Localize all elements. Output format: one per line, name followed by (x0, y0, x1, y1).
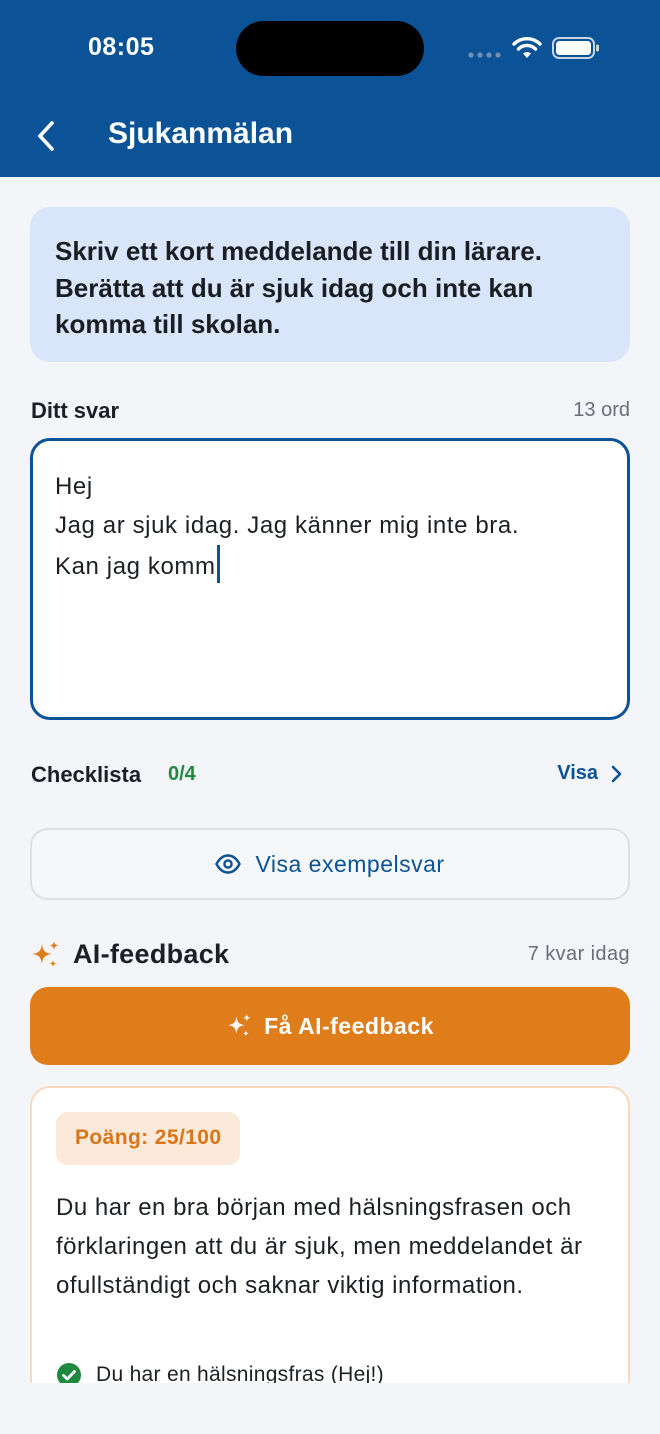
word-count: 13 ord (573, 399, 630, 421)
battery-icon (552, 37, 599, 59)
answer-line: Jag ar sjuk idag. Jag känner mig inte br… (55, 512, 520, 539)
answer-label: Ditt svar (31, 398, 120, 423)
page-title: Sjukanmälan (108, 117, 294, 150)
checklist-label: Checklista (31, 762, 142, 787)
status-time: 08:05 (88, 33, 155, 61)
checklist-count: 0/4 (168, 763, 196, 785)
show-example-button[interactable]: Visa exempelsvar (30, 828, 630, 900)
task-prompt-card: Skriv ett kort meddelande till din lärar… (30, 207, 630, 362)
get-ai-feedback-label: Få AI-feedback (264, 1012, 434, 1039)
wifi-icon (512, 37, 542, 58)
ai-feedback-title: AI-feedback (73, 939, 230, 969)
checklist-show-link[interactable]: Visa (557, 762, 622, 785)
answer-line-last: Kan jag komm (55, 545, 605, 586)
checklist-show-label: Visa (557, 762, 598, 784)
answer-line-text: Kan jag komm (55, 553, 216, 580)
get-ai-feedback-button[interactable]: Få AI-feedback (30, 987, 630, 1065)
cellular-signal-icon (468, 52, 501, 58)
feedback-card: Poäng: 25/100 Du har en bra början med h… (30, 1086, 630, 1426)
eye-icon (215, 854, 242, 874)
back-button[interactable] (26, 114, 66, 158)
chevron-left-icon (38, 121, 54, 151)
answer-line: Hej (55, 473, 93, 500)
sparkles-icon (32, 941, 59, 967)
ai-remaining-count: 7 kvar idag (527, 943, 630, 965)
score-badge: Poäng: 25/100 (56, 1112, 241, 1165)
show-example-label: Visa exempelsvar (255, 850, 445, 877)
feedback-text: Du har en bra början med hälsningsfrasen… (56, 1194, 583, 1299)
sparkles-icon (227, 1013, 251, 1037)
chevron-right-icon (611, 765, 622, 782)
text-caret (216, 545, 220, 583)
app-header: 08:05 Sjukanmälan (0, 0, 660, 177)
answer-textarea[interactable]: Hej Jag ar sjuk idag. Jag känner mig int… (30, 438, 630, 720)
task-prompt-text: Skriv ett kort meddelande till din lärar… (55, 236, 542, 339)
bottom-safe-area (0, 1383, 660, 1434)
dynamic-island (236, 21, 424, 76)
